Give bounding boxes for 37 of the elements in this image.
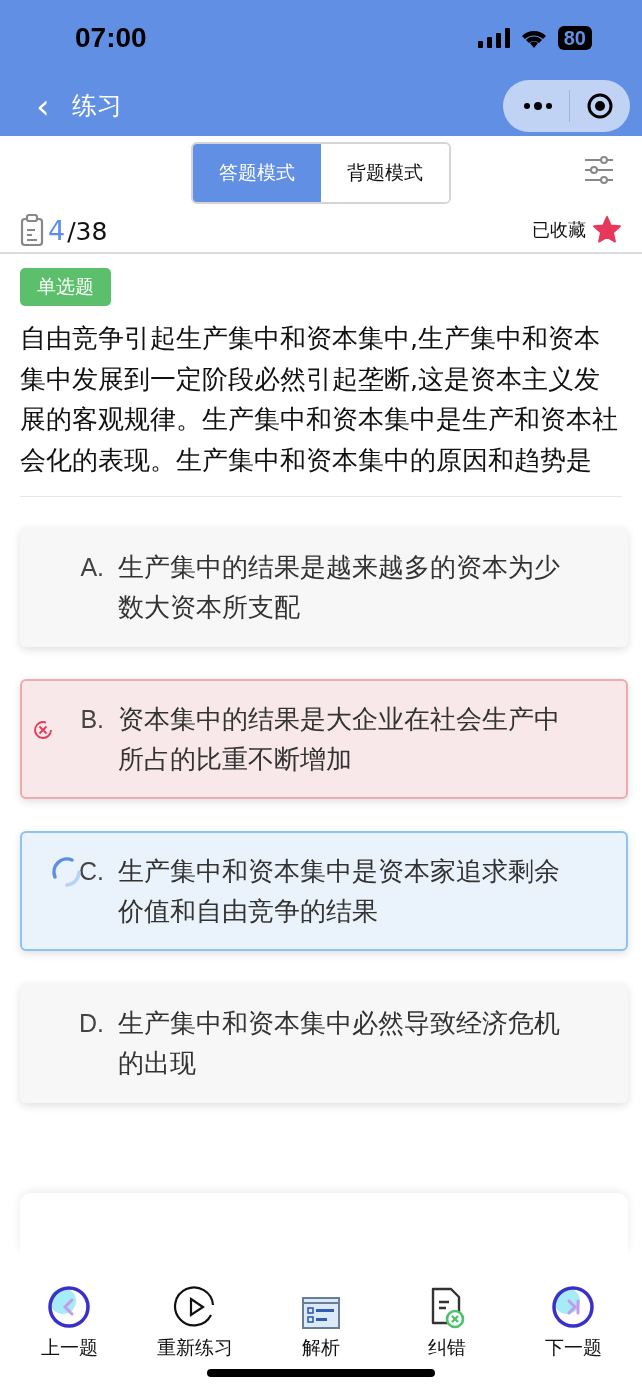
option-text: 生产集中的结果是越来越多的资本为少数大资本所支配 [118, 551, 561, 624]
previous-icon[interactable] [47, 1285, 91, 1329]
more-icon[interactable] [523, 101, 553, 110]
bottom-action[interactable]: 纠错 [387, 1281, 507, 1361]
battery-indicator: 80 [557, 25, 592, 50]
question-type-tag: 单选题 [20, 268, 111, 307]
current-number: 4 [48, 215, 66, 247]
option-text: 生产集中和资本集中必然导致经济危机的出现 [118, 1007, 561, 1080]
status-time: 07:00 [75, 21, 147, 54]
option-letter: D. [79, 1008, 104, 1039]
document-error-icon[interactable] [429, 1287, 465, 1329]
total-count: /38 [67, 217, 108, 247]
bottom-action[interactable]: 上一题 [9, 1281, 129, 1361]
bottom-action[interactable]: 解析 [261, 1281, 381, 1361]
option-text: 资本集中的结果是大企业在社会生产中所占的比重不断增加 [118, 703, 561, 776]
signal-icon [477, 27, 510, 48]
settings-sliders-icon[interactable] [584, 156, 614, 184]
option-text: 生产集中和资本集中是资本家追求剩余价值和自由竞争的结果 [118, 855, 561, 928]
bottom-action[interactable]: 下一题 [513, 1281, 633, 1361]
favorite-label: 已收藏 [532, 218, 586, 243]
list-window-icon[interactable] [302, 1297, 340, 1329]
capsule-menu[interactable] [503, 79, 630, 132]
wrong-mark-icon [32, 719, 54, 741]
answer-option[interactable]: C. 生产集中和资本集中是资本家追求剩余价值和自由竞争的结果 [20, 831, 628, 951]
next-icon[interactable] [551, 1285, 595, 1329]
bottom-action[interactable]: 重新练习 [135, 1281, 255, 1361]
option-letter: C. [79, 856, 104, 887]
page-title: 练习 [71, 90, 123, 122]
answer-option[interactable]: B. 资本集中的结果是大企业在社会生产中所占的比重不断增加 [20, 679, 628, 799]
answer-option[interactable]: A. 生产集中的结果是越来越多的资本为少数大资本所支配 [20, 527, 628, 647]
close-target-icon[interactable] [586, 91, 614, 120]
option-letter: A. [80, 552, 104, 583]
clipboard-icon [20, 214, 44, 247]
option-letter: B. [80, 704, 104, 735]
question-text: 自由竞争引起生产集中和资本集中,生产集中和资本集中发展到一定阶段必然引起垄断,这是资本主义发展的客观规律。生产集中和资本集中是生产和资本社会化的表现。生产集中和资本集中的原因和趋势是 [20, 322, 619, 477]
play-icon[interactable] [173, 1285, 217, 1329]
answer-option[interactable]: D. 生产集中和资本集中必然导致经济危机的出现 [20, 983, 628, 1103]
